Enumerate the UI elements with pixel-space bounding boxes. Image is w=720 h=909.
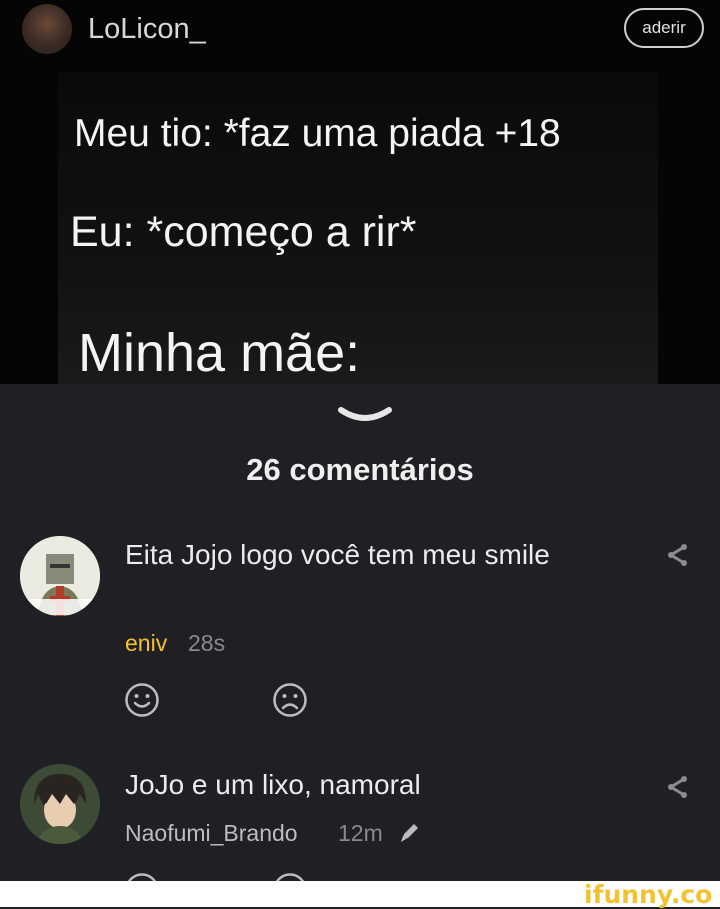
anime-avatar-image: [20, 764, 100, 844]
post-image[interactable]: LoLicon_ aderir Meu tio: *faz uma piada …: [0, 0, 720, 384]
smile-icon[interactable]: [124, 682, 160, 718]
author-username[interactable]: LoLicon_: [88, 13, 206, 46]
pencil-icon: [401, 824, 418, 842]
commenter-avatar[interactable]: [20, 536, 100, 616]
chevron-down-icon[interactable]: [337, 402, 393, 428]
frown-icon[interactable]: [272, 682, 308, 718]
comment-time: 28s: [188, 630, 226, 656]
meme-text-line-2: Eu: *começo a rir*: [70, 208, 417, 256]
comments-count: 26 comentários: [246, 452, 474, 487]
meme-text-line-3: Minha mãe:: [78, 323, 361, 383]
comment-text: Eita Jojo logo você tem meu smile: [125, 539, 550, 570]
comment-text: JoJo e um lixo, namoral: [125, 769, 421, 800]
comment-time: 12m: [338, 820, 383, 846]
commenter-avatar[interactable]: [20, 764, 100, 844]
meme-text-line-1: Meu tio: *faz uma piada +18: [74, 112, 561, 155]
comment-username[interactable]: eniv: [125, 630, 167, 657]
ifunny-watermark: ifunny.co: [584, 880, 713, 909]
share-icon[interactable]: [664, 542, 690, 568]
author-avatar[interactable]: [22, 4, 72, 54]
comment-username[interactable]: Naofumi_Brando: [125, 820, 298, 847]
join-button[interactable]: aderir: [624, 8, 704, 48]
share-icon[interactable]: [664, 774, 690, 800]
knight-avatar-image: [20, 536, 100, 616]
